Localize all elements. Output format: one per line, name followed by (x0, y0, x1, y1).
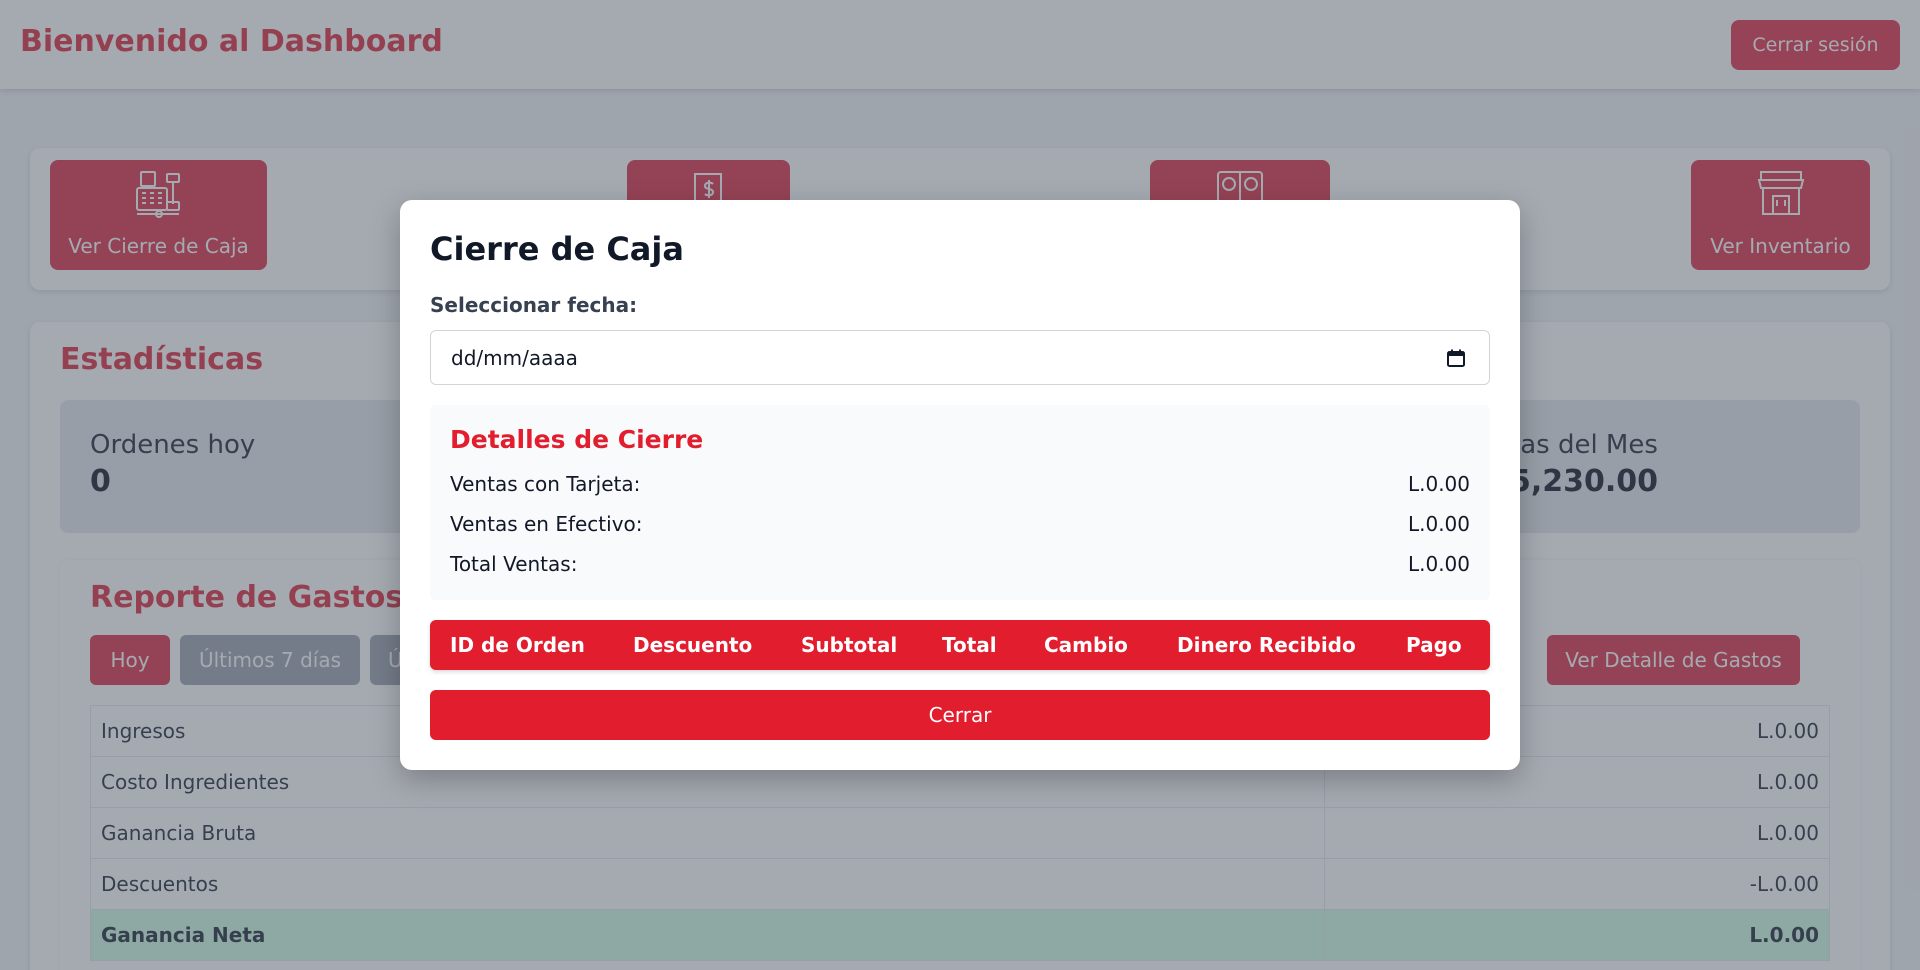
calendar-icon[interactable] (1446, 348, 1466, 368)
details-title: Detalles de Cierre (450, 425, 704, 454)
total-sales-label: Total Ventas: (450, 552, 578, 576)
column-change: Cambio (1044, 633, 1128, 657)
date-input[interactable] (430, 330, 1490, 385)
close-details-box: Detalles de Cierre Ventas con Tarjeta: L… (430, 405, 1490, 600)
column-payment: Pago (1406, 633, 1462, 657)
cash-sales-value: L.0.00 (1407, 512, 1470, 536)
cash-sales-label: Ventas en Efectivo: (450, 512, 643, 536)
orders-table-header: ID de Orden Descuento Subtotal Total Cam… (430, 620, 1490, 670)
card-sales-value: L.0.00 (1407, 472, 1470, 496)
column-money-received: Dinero Recibido (1177, 633, 1356, 657)
column-discount: Descuento (633, 633, 753, 657)
column-subtotal: Subtotal (801, 633, 898, 657)
date-label: Seleccionar fecha: (430, 293, 638, 317)
total-sales-value: L.0.00 (1407, 552, 1470, 576)
column-order-id: ID de Orden (450, 633, 585, 657)
close-modal-button[interactable]: Cerrar (430, 690, 1490, 740)
column-total: Total (942, 633, 997, 657)
card-sales-label: Ventas con Tarjeta: (450, 472, 641, 496)
modal-title: Cierre de Caja (430, 230, 684, 268)
cash-close-modal: Cierre de Caja Seleccionar fecha: Detall… (400, 200, 1520, 770)
